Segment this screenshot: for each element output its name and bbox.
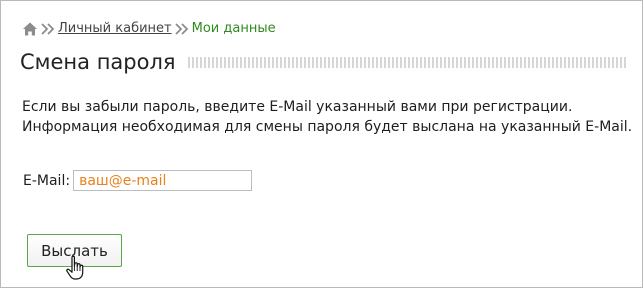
- info-text: Если вы забыли пароль, введите E-Mail ук…: [22, 97, 632, 137]
- title-row: Смена пароля: [20, 48, 627, 76]
- title-decoration: [187, 56, 627, 68]
- email-row: E-Mail:: [23, 170, 253, 191]
- double-chevron-right-icon: [174, 23, 189, 35]
- email-field[interactable]: [73, 170, 253, 191]
- double-chevron-right-icon: [41, 23, 55, 35]
- breadcrumb-current: Мои данные: [191, 21, 276, 36]
- hand-pointer-icon: [65, 255, 87, 281]
- content-panel: Личный кабинет Мои данные Смена пароля Е…: [0, 0, 643, 288]
- breadcrumb: Личный кабинет Мои данные: [22, 20, 276, 38]
- home-icon[interactable]: [22, 21, 38, 37]
- page-title: Смена пароля: [20, 50, 176, 74]
- email-label: E-Mail:: [23, 172, 71, 189]
- info-line: Информация необходимая для смены пароля …: [22, 119, 633, 135]
- info-line: Если вы забыли пароль, введите E-Mail ук…: [22, 99, 573, 115]
- breadcrumb-link-account[interactable]: Личный кабинет: [58, 20, 172, 38]
